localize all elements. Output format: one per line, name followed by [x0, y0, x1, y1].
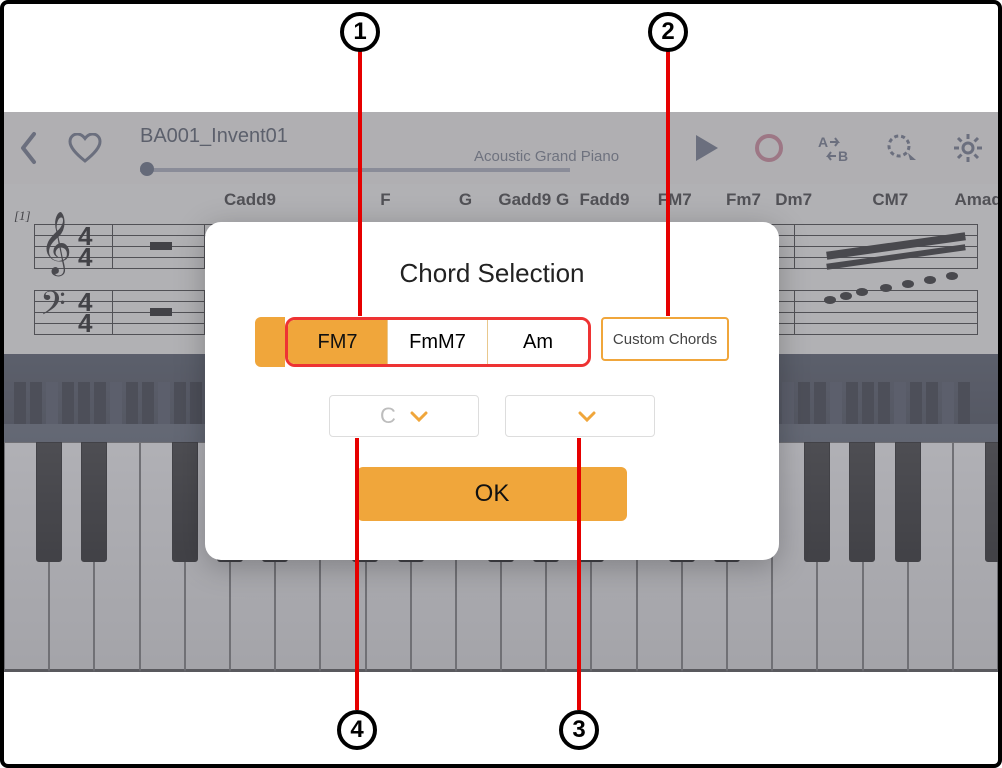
callout-line-3 — [577, 438, 581, 710]
chord-quality-dropdown[interactable] — [505, 395, 655, 437]
callout-2: 2 — [648, 12, 688, 52]
chord-option-3[interactable]: Am — [488, 320, 588, 364]
chevron-down-icon — [410, 403, 428, 429]
chord-option-2[interactable]: FmM7 — [388, 320, 488, 364]
root-note-value: C — [380, 403, 396, 429]
callout-line-2 — [666, 50, 670, 316]
root-note-dropdown[interactable]: C — [329, 395, 479, 437]
callout-line-1 — [358, 50, 362, 316]
custom-chords-button[interactable]: Custom Chords — [601, 317, 729, 361]
close-icon[interactable] — [994, 0, 1002, 48]
chevron-down-icon — [578, 403, 596, 429]
callout-4: 4 — [337, 710, 377, 750]
callout-1: 1 — [340, 12, 380, 52]
callout-line-4 — [355, 438, 359, 710]
chord-suggestions: FM7 FmM7 Am — [285, 317, 591, 367]
segment-lead-bar — [255, 317, 285, 367]
ok-button[interactable]: OK — [357, 467, 627, 521]
chord-selection-dialog: Chord Selection FM7 FmM7 Am Custom Chord… — [205, 222, 779, 560]
callout-3: 3 — [559, 710, 599, 750]
chord-option-1[interactable]: FM7 — [288, 320, 388, 364]
